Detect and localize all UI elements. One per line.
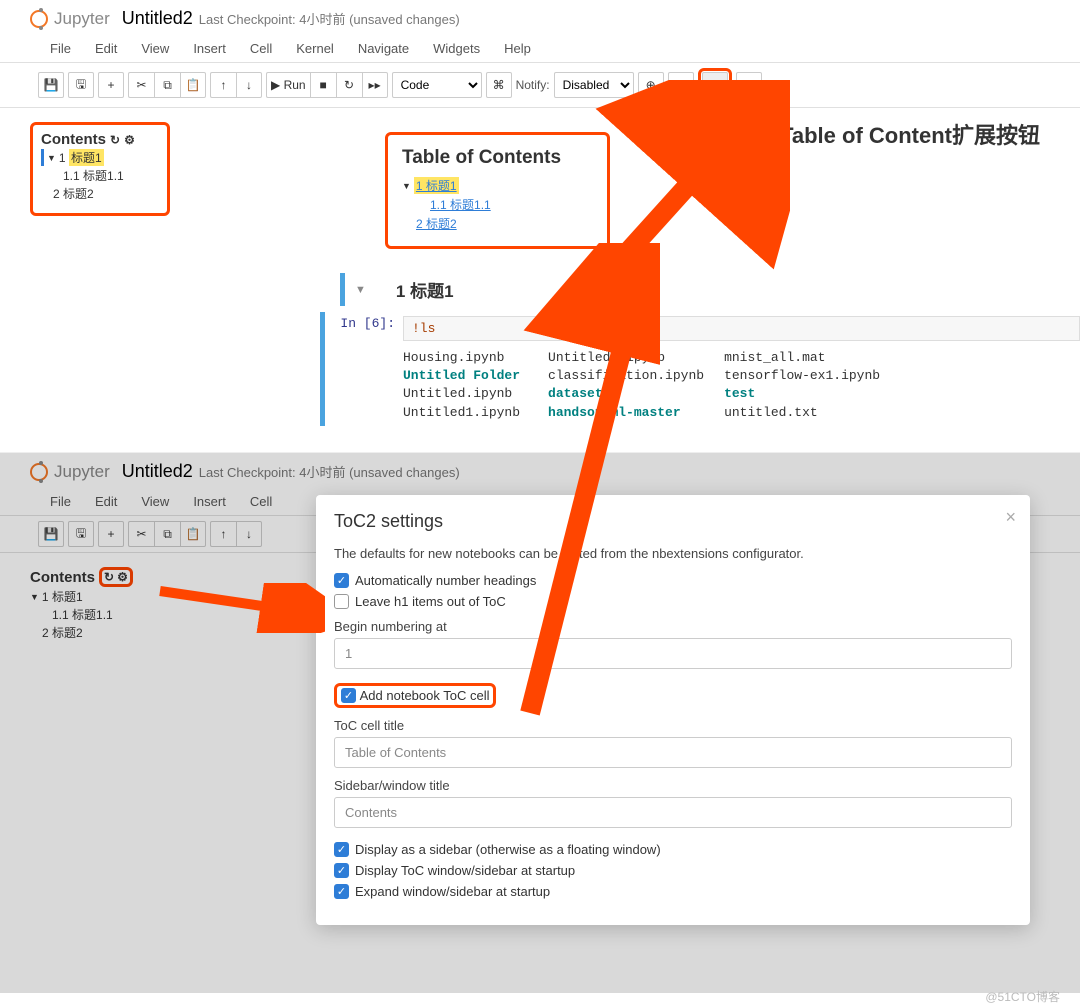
save-button-2[interactable]: 🖫 (68, 72, 94, 98)
menu-help[interactable]: Help (492, 35, 543, 62)
menubar: File Edit View Insert Cell Kernel Naviga… (0, 35, 1080, 63)
label-toc-title: ToC cell title (334, 718, 1012, 733)
modal-title: ToC2 settings (334, 511, 1012, 532)
move-down-button[interactable]: ↓ (236, 72, 262, 98)
output-col-2: Untitled2.ipynb classification.ipynb dat… (548, 349, 704, 422)
ext-label: Table of Content扩展按钮 (780, 118, 1040, 150)
input-sidebar-title[interactable] (334, 797, 1012, 828)
sidebar-item-1-1[interactable]: 1.1 标题1.1 (63, 167, 159, 184)
copy-button[interactable]: ⧉ (154, 72, 180, 98)
extra-button[interactable]: ✦ (736, 72, 762, 98)
checkpoint-text: Last Checkpoint: 4小时前 (unsaved changes) (199, 9, 460, 28)
refresh-icon[interactable]: ↻ (110, 133, 120, 147)
move-up-button[interactable]: ↑ (210, 72, 236, 98)
collapse-button[interactable]: ∧ (668, 72, 694, 98)
heading-text: 1 标题1 (396, 277, 454, 302)
sidebar-title-row: Contents ↻ ⚙ (41, 131, 159, 148)
cut-button[interactable]: ✂ (128, 72, 154, 98)
notebook-title[interactable]: Untitled2 (122, 8, 193, 29)
watermark: @51CTO博客 (985, 988, 1060, 1005)
toc-sidebar: Contents ↻ ⚙ ▼ 1 标题1 1.1 标题1.1 2 标题2 (30, 122, 170, 216)
restart-button[interactable]: ↻ (336, 72, 362, 98)
input-begin[interactable] (334, 638, 1012, 669)
label-sidebar-title: Sidebar/window title (334, 778, 1012, 793)
run-button[interactable]: ▶ Run (266, 72, 310, 98)
code-input[interactable]: !ls (403, 316, 1080, 341)
opt-expand-startup[interactable]: ✓Expand window/sidebar at startup (334, 884, 1012, 899)
toolbar: 💾 🖫 + ✂ ⧉ 📋 ↑ ↓ ▶ Run ■ ↻ ▸▸ Code ⌘ Noti… (0, 63, 1080, 108)
brand-text: Jupyter (54, 9, 110, 29)
toc-cell-title: Table of Contents (402, 147, 593, 169)
label-begin: Begin numbering at (334, 619, 1012, 634)
top-panel: Jupyter Untitled2 Last Checkpoint: 4小时前 … (0, 0, 1080, 453)
bottom-panel: Jupyter Untitled2 Last Checkpoint: 4小时前 … (0, 453, 1080, 993)
gear-icon[interactable]: ⚙ (124, 133, 135, 147)
toc-link-2[interactable]: 2 标题2 (416, 215, 593, 232)
input-toc-title[interactable] (334, 737, 1012, 768)
heading-collapse-icon[interactable]: ▼ (355, 284, 366, 296)
toc-cell: Table of Contents ▼1 标题1 1.1 标题1.1 2 标题2 (385, 132, 610, 249)
code-cell[interactable]: In [6]: !ls (320, 312, 1080, 345)
menu-edit[interactable]: Edit (83, 35, 129, 62)
input-prompt: In [6]: (333, 316, 403, 341)
add-cell-button[interactable]: + (98, 72, 124, 98)
header: Jupyter Untitled2 Last Checkpoint: 4小时前 … (0, 0, 1080, 35)
jupyter-icon (30, 10, 48, 28)
output-col-1: Housing.ipynb Untitled Folder Untitled.i… (403, 349, 520, 422)
collapse-tri-icon[interactable]: ▼ (47, 153, 56, 163)
heading-cell[interactable]: ▼ 1 标题1 (340, 273, 1080, 306)
toc-settings-modal: × ToC2 settings The defaults for new not… (316, 495, 1030, 925)
menu-kernel[interactable]: Kernel (284, 35, 346, 62)
toggle-button[interactable]: ⊕ (638, 72, 664, 98)
toc-link-1[interactable]: ▼1 标题1 (402, 177, 593, 194)
command-palette-button[interactable]: ⌘ (486, 72, 512, 98)
notebook-area: Table of Content扩展按钮 Table of Contents ▼… (300, 108, 1080, 426)
sidebar-item-2[interactable]: 2 标题2 (53, 185, 159, 202)
opt-display-sidebar[interactable]: ✓Display as a sidebar (otherwise as a fl… (334, 842, 1012, 857)
notify-label: Notify: (516, 78, 550, 92)
output-col-3: mnist_all.mat tensorflow-ex1.ipynb test … (724, 349, 880, 422)
close-icon[interactable]: × (1005, 507, 1016, 528)
stop-button[interactable]: ■ (310, 72, 336, 98)
toc-link-1-1[interactable]: 1.1 标题1.1 (430, 196, 593, 213)
opt-auto-number[interactable]: ✓Automatically number headings (334, 573, 1012, 588)
menu-navigate[interactable]: Navigate (346, 35, 421, 62)
save-button[interactable]: 💾 (38, 72, 64, 98)
sidebar-item-1[interactable]: ▼ 1 标题1 (41, 149, 159, 166)
opt-leave-h1[interactable]: Leave h1 items out of ToC (334, 594, 1012, 609)
menu-view[interactable]: View (129, 35, 181, 62)
paste-button[interactable]: 📋 (180, 72, 206, 98)
jupyter-logo[interactable]: Jupyter (30, 9, 110, 29)
modal-desc: The defaults for new notebooks can be ed… (334, 546, 1012, 561)
output-area: Housing.ipynb Untitled Folder Untitled.i… (320, 345, 1080, 426)
toc-button[interactable]: ☰ (702, 72, 728, 98)
menu-cell[interactable]: Cell (238, 35, 284, 62)
fastforward-button[interactable]: ▸▸ (362, 72, 388, 98)
notify-select[interactable]: Disabled (554, 72, 634, 98)
opt-add-toc-cell[interactable]: ✓ Add notebook ToC cell (334, 683, 496, 708)
opt-display-startup[interactable]: ✓Display ToC window/sidebar at startup (334, 863, 1012, 878)
sidebar-title: Contents (41, 131, 106, 148)
menu-insert[interactable]: Insert (181, 35, 238, 62)
menu-file[interactable]: File (38, 35, 83, 62)
menu-widgets[interactable]: Widgets (421, 35, 492, 62)
celltype-select[interactable]: Code (392, 72, 482, 98)
